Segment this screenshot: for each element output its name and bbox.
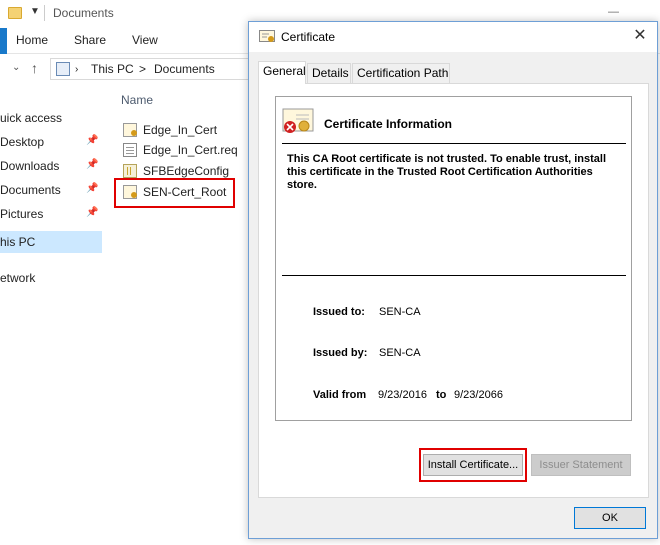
nav-item-label: Documents <box>0 183 61 197</box>
certificate-icon <box>259 30 275 42</box>
valid-from-value: 9/23/2016 <box>378 389 427 401</box>
minimize-icon[interactable]: — <box>608 6 619 18</box>
nav-item-quick-access[interactable]: uick access <box>0 107 102 129</box>
file-list: Name Edge_In_Cert Edge_In_Cert.req SFBEd… <box>112 88 252 288</box>
untrusted-certificate-icon <box>282 108 314 133</box>
address-bar[interactable]: › This PC > Documents <box>50 58 280 80</box>
nav-item-label: Desktop <box>0 135 45 149</box>
divider <box>282 143 626 144</box>
up-arrow-icon[interactable]: ↑ <box>31 60 38 76</box>
file-name: Edge_In_Cert <box>143 123 218 137</box>
nav-item-label: Pictures <box>0 207 44 221</box>
file-name: SFBEdgeConfig <box>143 164 230 178</box>
text-file-icon <box>123 143 137 157</box>
nav-item-label: uick access <box>0 111 63 125</box>
nav-item-downloads[interactable]: Downloads 📌 <box>0 155 102 177</box>
issued-by-value: SEN-CA <box>379 347 421 359</box>
tab-general[interactable]: General <box>258 61 306 84</box>
valid-to-value: 9/23/2066 <box>454 389 503 401</box>
pin-icon: 📌 <box>86 135 99 146</box>
ribbon-tab-home[interactable]: Home <box>16 33 48 47</box>
nav-item-label: his PC <box>0 235 36 249</box>
config-file-icon <box>123 164 137 178</box>
quick-access-dropdown-icon[interactable]: ▼ <box>30 6 40 17</box>
file-name: Edge_In_Cert.req <box>143 143 238 157</box>
close-icon[interactable]: ✕ <box>629 26 651 48</box>
certificate-info-box: Certificate Information This CA Root cer… <box>275 96 632 421</box>
issued-to-value: SEN-CA <box>379 306 421 318</box>
dialog-titlebar: Certificate ✕ <box>249 22 657 52</box>
tab-certification-path[interactable]: Certification Path <box>352 63 450 83</box>
install-certificate-button[interactable]: Install Certificate... <box>423 454 523 476</box>
explorer-window-title: Documents <box>53 6 114 20</box>
nav-item-this-pc[interactable]: his PC <box>0 231 102 253</box>
certificate-information-title: Certificate Information <box>324 117 453 131</box>
titlebar-separator <box>44 5 45 21</box>
valid-from-label: Valid from <box>313 389 367 401</box>
nav-item-label: etwork <box>0 271 36 285</box>
issued-by-label: Issued by: <box>313 347 368 359</box>
certificate-file-icon <box>123 123 137 137</box>
breadcrumb-separator[interactable]: > <box>139 62 146 76</box>
info-header: Certificate Information <box>282 107 626 143</box>
breadcrumb-documents[interactable]: Documents <box>154 62 215 76</box>
highlight-box-file <box>114 178 235 208</box>
general-tab-panel: Certificate Information This CA Root cer… <box>258 83 649 498</box>
nav-item-desktop[interactable]: Desktop 📌 <box>0 131 102 153</box>
pin-icon: 📌 <box>86 207 99 218</box>
nav-item-documents[interactable]: Documents 📌 <box>0 179 102 201</box>
divider <box>282 275 626 276</box>
breadcrumb-this-pc[interactable]: This PC <box>91 62 134 76</box>
list-item[interactable]: Edge_In_Cert <box>120 120 250 140</box>
folder-icon <box>8 7 22 19</box>
navigation-pane: uick access Desktop 📌 Downloads 📌 Docume… <box>0 95 102 545</box>
ok-button[interactable]: OK <box>574 507 646 529</box>
certificate-dialog: Certificate ✕ General Details Certificat… <box>248 21 658 539</box>
recent-locations-icon[interactable]: ⌄ <box>12 62 20 73</box>
issued-to-label: Issued to: <box>313 306 365 318</box>
pin-icon: 📌 <box>86 183 99 194</box>
ribbon-tab-view[interactable]: View <box>132 33 158 47</box>
nav-item-label: Downloads <box>0 159 60 173</box>
list-item[interactable]: Edge_In_Cert.req <box>120 140 250 160</box>
tab-details[interactable]: Details <box>307 63 351 83</box>
valid-to-label: to <box>436 389 447 401</box>
name-column-header[interactable]: Name <box>121 93 153 107</box>
breadcrumb-chevron-icon[interactable]: › <box>75 64 78 75</box>
trust-warning-text: This CA Root certificate is not trusted.… <box>287 153 607 191</box>
pin-icon: 📌 <box>86 159 99 170</box>
issuer-statement-button[interactable]: Issuer Statement <box>531 454 631 476</box>
ribbon-tab-share[interactable]: Share <box>74 33 106 47</box>
this-pc-icon <box>56 62 70 76</box>
dialog-title: Certificate <box>281 30 336 44</box>
file-tab[interactable] <box>0 28 7 54</box>
nav-item-network[interactable]: etwork <box>0 267 102 289</box>
nav-item-pictures[interactable]: Pictures 📌 <box>0 203 102 225</box>
